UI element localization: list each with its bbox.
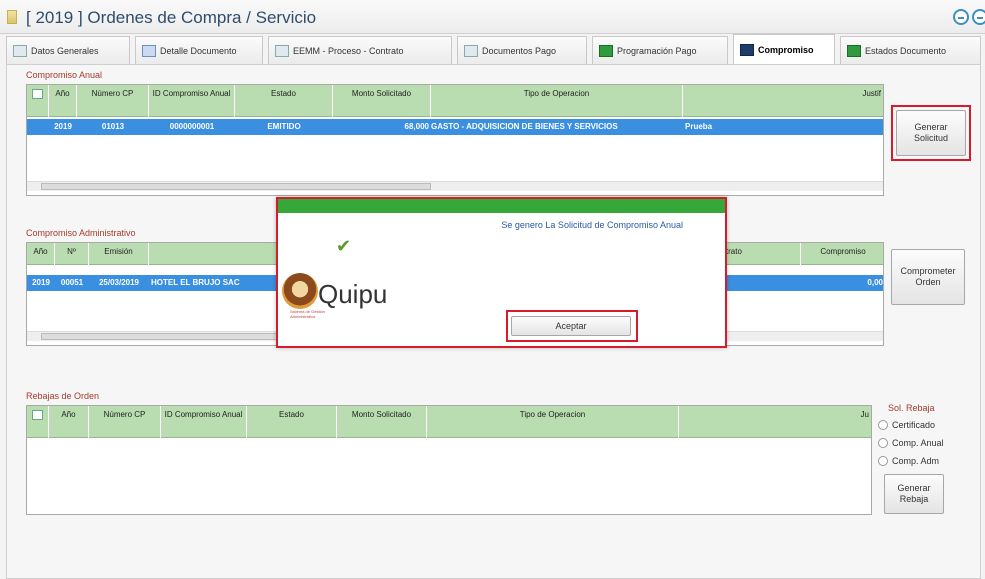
cell-monto: 68,000 <box>404 122 429 131</box>
grid-header: Año Número CP ID Compromiso Anual Estado… <box>27 85 883 117</box>
export-icon <box>32 410 43 420</box>
grid-header-ano[interactable]: Año <box>49 85 77 117</box>
generar-rebaja-button[interactable]: Generar Rebaja <box>884 474 944 514</box>
grid-header-numero-cp[interactable]: Número CP <box>89 406 161 438</box>
radio-label: Certificado <box>892 420 936 430</box>
cell-justif: Prueba <box>685 122 713 131</box>
section-title-compromiso-anual: Compromiso Anual <box>26 70 103 80</box>
grid-header-justif[interactable]: Justif <box>683 85 883 117</box>
grid-header-ano[interactable]: Año <box>27 243 55 265</box>
rebajas-grid: Año Número CP ID Compromiso Anual Estado… <box>26 405 872 515</box>
grid-header-compromiso[interactable]: Compromiso <box>801 243 883 265</box>
comprometer-orden-button[interactable]: Comprometer Orden <box>891 249 965 305</box>
radio-icon <box>878 420 888 430</box>
logo-subtext: Sistema de Gestión Administrativa <box>290 309 325 319</box>
tab-documentos-pago[interactable]: Documentos Pago <box>457 36 587 64</box>
tab-detalle-documento[interactable]: Detalle Documento <box>135 36 263 64</box>
grid-header-ano[interactable]: Año <box>49 406 89 438</box>
grid-header-monto[interactable]: Monto Solicitado <box>333 85 431 117</box>
horizontal-scrollbar[interactable] <box>27 181 883 191</box>
compromiso-anual-grid: Año Número CP ID Compromiso Anual Estado… <box>26 84 884 196</box>
radio-comp-anual[interactable]: Comp. Anual <box>878 438 944 448</box>
tab-eemm-proceso-contrato[interactable]: EEMM - Proceso - Contrato <box>268 36 452 64</box>
cell-ano: 2019 <box>54 122 72 131</box>
radio-certificado[interactable]: Certificado <box>878 420 935 430</box>
window-icon <box>7 10 17 24</box>
export-icon <box>32 89 43 99</box>
document-icon <box>13 44 27 57</box>
tab-datos-generales[interactable]: Datos Generales <box>6 36 130 64</box>
tab-estados-documento[interactable]: Estados Documento <box>840 36 981 64</box>
grid-header-numero[interactable]: Nº <box>55 243 89 265</box>
cell-ano: 2019 <box>32 278 50 287</box>
aceptar-button[interactable]: Aceptar <box>511 316 631 336</box>
grid-header-estado[interactable]: Estado <box>247 406 337 438</box>
section-title-rebajas: Rebajas de Orden <box>26 391 100 401</box>
status-icon <box>847 44 861 57</box>
cell-compromiso: 0,00 <box>867 278 883 287</box>
radio-icon <box>878 438 888 448</box>
grid-header-justif[interactable]: Ju <box>679 406 871 438</box>
radio-label: Comp. Adm <box>892 456 940 466</box>
cell-tipo-operacion: GASTO - ADQUISICION DE BIENES Y SERVICIO… <box>431 122 618 131</box>
grid-header-numero-cp[interactable]: Número CP <box>77 85 149 117</box>
grid-header-emision[interactable]: Emisión <box>89 243 149 265</box>
page-icon <box>464 44 478 57</box>
window-title: [ 2019 ] Ordenes de Compra / Servicio <box>26 8 317 27</box>
tab-label: Estados Documento <box>865 45 947 56</box>
table-row[interactable]: 2019 01013 0000000001 EMITIDO 68,000 GAS… <box>27 119 883 135</box>
tab-label: Programación Pago <box>617 45 697 56</box>
confirmation-dialog: Se genero La Solicitud de Compromiso Anu… <box>276 197 727 348</box>
sol-rebaja-label: Sol. Rebaja <box>888 403 935 413</box>
cell-numero: 00051 <box>60 278 84 287</box>
minimize-icon[interactable] <box>953 9 969 25</box>
tab-label: Documentos Pago <box>482 45 557 56</box>
ledger-icon <box>740 43 754 56</box>
grid-header-tipo-operacion[interactable]: Tipo de Operacion <box>431 85 683 117</box>
tab-label: EEMM - Proceso - Contrato <box>293 45 404 56</box>
cell-id-compromiso: 0000000001 <box>169 122 215 131</box>
grid-header-id-compromiso[interactable]: ID Compromiso Anual <box>149 85 235 117</box>
calendar-icon <box>599 44 613 57</box>
cell-emision: 25/03/2019 <box>98 278 140 287</box>
tab-label: Datos Generales <box>31 45 99 56</box>
close-icon[interactable] <box>972 9 985 25</box>
grid-header-contrato[interactable]: ontrato <box>717 243 801 265</box>
cell-numero-cp: 01013 <box>101 122 125 131</box>
tab-compromiso[interactable]: Compromiso <box>733 34 835 64</box>
grid-header-tipo-operacion[interactable]: Tipo de Operacion <box>427 406 679 438</box>
grid-header-select[interactable] <box>27 85 49 117</box>
grid-header-id-compromiso[interactable]: ID Compromiso Anual <box>161 406 247 438</box>
radio-label: Comp. Anual <box>892 438 944 448</box>
table-icon <box>275 44 289 57</box>
dialog-title-bar <box>278 199 725 213</box>
checkmark-icon: ✔ <box>336 236 352 256</box>
tab-label: Compromiso <box>758 44 814 55</box>
logo-text: Quipu <box>318 279 388 309</box>
generar-solicitud-button[interactable]: Generar Solicitud <box>896 110 966 156</box>
tab-bar: Datos Generales Detalle Documento EEMM -… <box>6 34 981 64</box>
dialog-message: Se genero La Solicitud de Compromiso Anu… <box>501 220 683 230</box>
tab-label: Detalle Documento <box>160 45 237 56</box>
radio-icon <box>878 456 888 466</box>
tab-programacion-pago[interactable]: Programación Pago <box>592 36 728 64</box>
title-bar: [ 2019 ] Ordenes de Compra / Servicio <box>0 0 985 34</box>
cell-estado: EMITIDO <box>267 122 301 131</box>
radio-comp-adm[interactable]: Comp. Adm <box>878 456 939 466</box>
section-title-compromiso-administrativo: Compromiso Administrativo <box>26 228 136 238</box>
grid-header-estado[interactable]: Estado <box>235 85 333 117</box>
grid-icon <box>142 44 156 57</box>
grid-header-monto[interactable]: Monto Solicitado <box>337 406 427 438</box>
grid-header: Año Número CP ID Compromiso Anual Estado… <box>27 406 871 438</box>
grid-header-select[interactable] <box>27 406 49 438</box>
scroll-thumb[interactable] <box>41 183 431 190</box>
quipu-logo-icon <box>282 273 318 309</box>
